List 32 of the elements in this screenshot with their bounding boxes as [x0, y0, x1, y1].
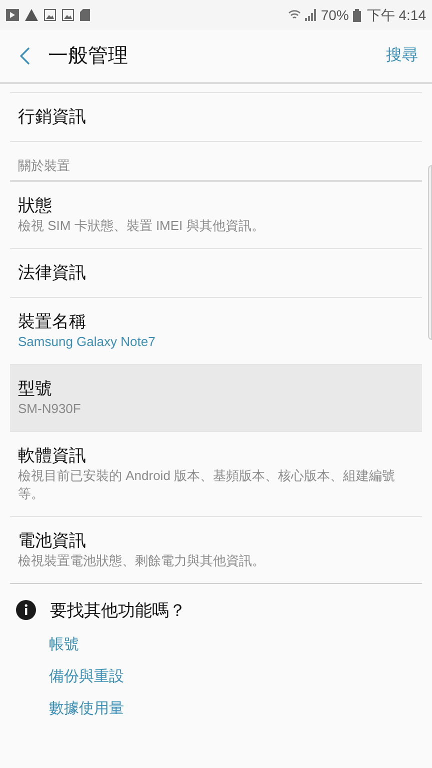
warning-icon — [25, 9, 38, 21]
item-title: 裝置名稱 — [18, 310, 87, 332]
item-title: 法律資訊 — [18, 262, 87, 284]
description-text: SM-N930F — [18, 400, 82, 418]
description-text: 檢視裝置電池狀態、剩餘電力與其他資訊。 — [18, 552, 266, 570]
settings-item[interactable]: 裝置名稱 Samsung Galaxy Note7 — [10, 298, 422, 364]
suggestion-heading: 要找其他功能嗎？ — [50, 600, 186, 622]
wifi-icon — [288, 9, 301, 21]
info-icon — [16, 600, 36, 620]
section-heading: 關於裝置 — [18, 157, 71, 175]
settings-item[interactable]: 狀態 檢視 SIM 卡狀態、裝置 IMEI 與其他資訊。 — [10, 182, 422, 248]
settings-item[interactable]: 法律資訊 — [10, 248, 422, 298]
settings-item[interactable]: 軟體資訊 檢視目前已安裝的 Android 版本、基頻版本、核心版本、組建編號等。 — [10, 432, 422, 516]
video-icon — [6, 9, 19, 21]
description-text: 檢視目前已安裝的 Android 版本、基頻版本、核心版本、組建編號等。 — [18, 466, 396, 502]
image-icon — [44, 9, 56, 21]
description-text: 檢視 SIM 卡狀態、裝置 IMEI 與其他資訊。 — [18, 216, 266, 234]
back-icon — [20, 47, 30, 65]
item-title: 電池資訊 — [18, 530, 87, 552]
item-title: 行銷資訊 — [18, 106, 87, 128]
battery-percentage: 70% — [320, 6, 349, 24]
sd-card-icon — [80, 9, 90, 21]
page-title: 一般管理 — [48, 44, 128, 69]
value-text: Samsung Galaxy Note7 — [18, 332, 156, 350]
item-title: 型號 — [18, 378, 53, 400]
item-title: 軟體資訊 — [18, 444, 87, 466]
item-title: 狀態 — [18, 194, 53, 216]
image-icon — [62, 9, 74, 21]
clock: 下午 4:14 — [366, 6, 426, 24]
signal-icon — [304, 9, 317, 21]
battery-icon — [352, 8, 361, 22]
settings-item[interactable]: 型號 SM-N930F — [10, 364, 422, 432]
